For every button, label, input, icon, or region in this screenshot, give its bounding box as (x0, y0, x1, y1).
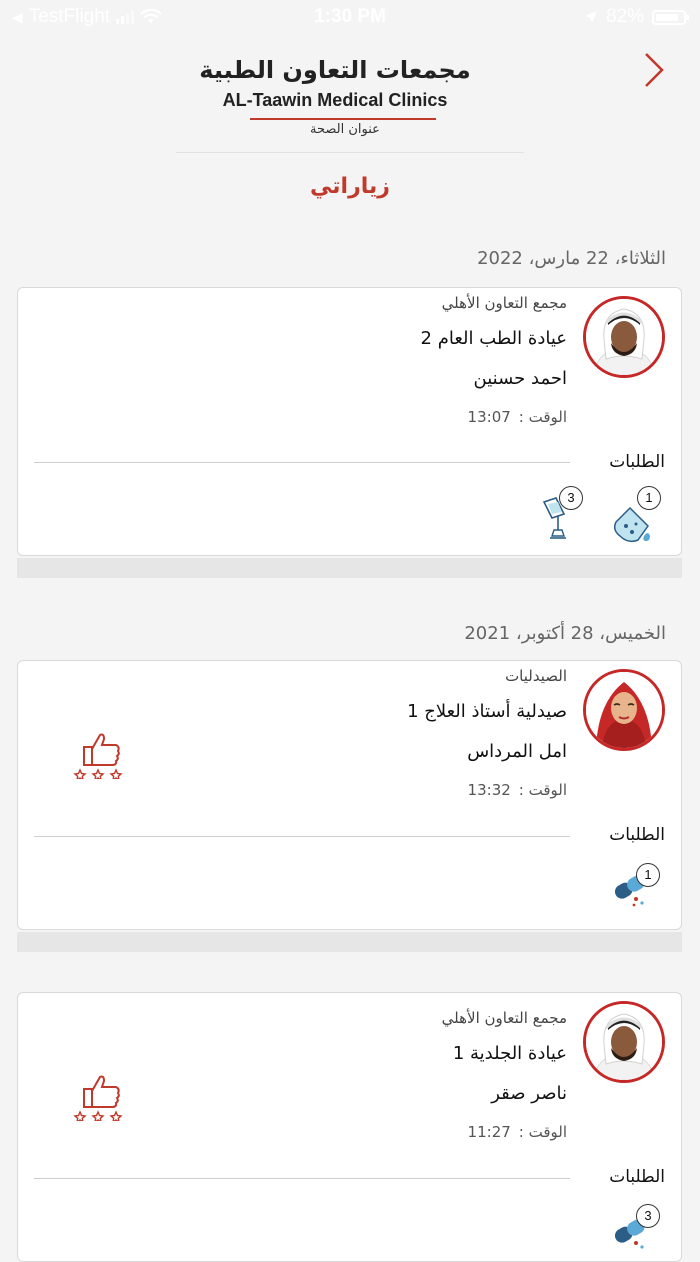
location-arrow-icon (584, 11, 597, 23)
page-title: زياراتي (310, 174, 390, 199)
clinic-name: صيدلية أستاذ العلاج 1 (407, 701, 567, 722)
time-label: الوقت : (518, 408, 567, 426)
visit-card[interactable]: مجمع التعاون الأهلي عيادة الطب العام 2 ا… (17, 287, 682, 556)
visit-date: الثلاثاء، 22 مارس، 2022 (477, 248, 666, 269)
order-count-badge: 3 (559, 486, 583, 510)
battery-percent: 82% (605, 6, 644, 27)
logo-tagline: عنوان الصحة (310, 122, 380, 137)
facility-name: مجمع التعاون الأهلي (441, 294, 567, 312)
orders-divider (34, 1178, 570, 1179)
doctor-name: احمد حسنين (473, 368, 567, 389)
time-value: 13:32 (467, 781, 511, 799)
orders-label: الطلبات (609, 825, 665, 845)
orders-label: الطلبات (609, 452, 665, 472)
order-count-badge: 3 (636, 1204, 660, 1228)
male-doctor-icon (586, 299, 662, 375)
clinic-name: عيادة الطب العام 2 (420, 328, 567, 349)
male-doctor-icon (586, 1004, 662, 1080)
status-bar: ◀ TestFlight 1:30 PM 82% (0, 0, 700, 36)
card-footer-band (17, 558, 682, 578)
thumbs-up-stars-icon[interactable] (72, 727, 128, 779)
doctor-avatar (583, 296, 665, 378)
logo-english-name: AL-Taawin Medical Clinics (222, 90, 448, 110)
time-label: الوقت : (518, 781, 567, 799)
clinic-name: عيادة الجلدية 1 (452, 1043, 567, 1064)
visit-card[interactable]: الصيدليات صيدلية أستاذ العلاج 1 امل المر… (17, 660, 682, 930)
doctor-name: امل المرداس (467, 741, 567, 762)
app-header: مجمعات التعاون الطبية AL-Taawin Medical … (0, 36, 700, 156)
time-label: الوقت : (518, 1123, 567, 1141)
visit-card[interactable]: مجمع التعاون الأهلي عيادة الجلدية 1 ناصر… (17, 992, 682, 1262)
battery-icon (652, 9, 689, 25)
facility-name: مجمع التعاون الأهلي (441, 1009, 567, 1027)
logo-divider (250, 118, 436, 120)
order-count-badge: 1 (637, 486, 661, 510)
doctor-avatar (583, 1001, 665, 1083)
visit-time-row: الوقت : 13:07 (468, 408, 567, 426)
thumbs-up-stars-icon[interactable] (72, 1069, 128, 1121)
chevron-right-icon[interactable] (640, 50, 668, 90)
orders-divider (34, 462, 570, 463)
logo-arabic-name: مجمعات التعاون الطبية (199, 56, 471, 84)
visit-date: الخميس، 28 أكتوبر، 2021 (464, 623, 666, 644)
header-divider (176, 152, 524, 153)
orders-label: الطلبات (609, 1167, 665, 1187)
card-footer-band (17, 932, 682, 952)
order-count-badge: 1 (636, 863, 660, 887)
time-value: 13:07 (467, 408, 511, 426)
orders-divider (34, 836, 570, 837)
visit-time-row: الوقت : 11:27 (468, 1123, 567, 1141)
time-value: 11:27 (467, 1123, 511, 1141)
female-doctor-icon (586, 672, 662, 748)
facility-name: الصيدليات (505, 667, 567, 685)
doctor-name: ناصر صقر (491, 1083, 567, 1104)
doctor-avatar (583, 669, 665, 751)
visit-time-row: الوقت : 13:32 (468, 781, 567, 799)
